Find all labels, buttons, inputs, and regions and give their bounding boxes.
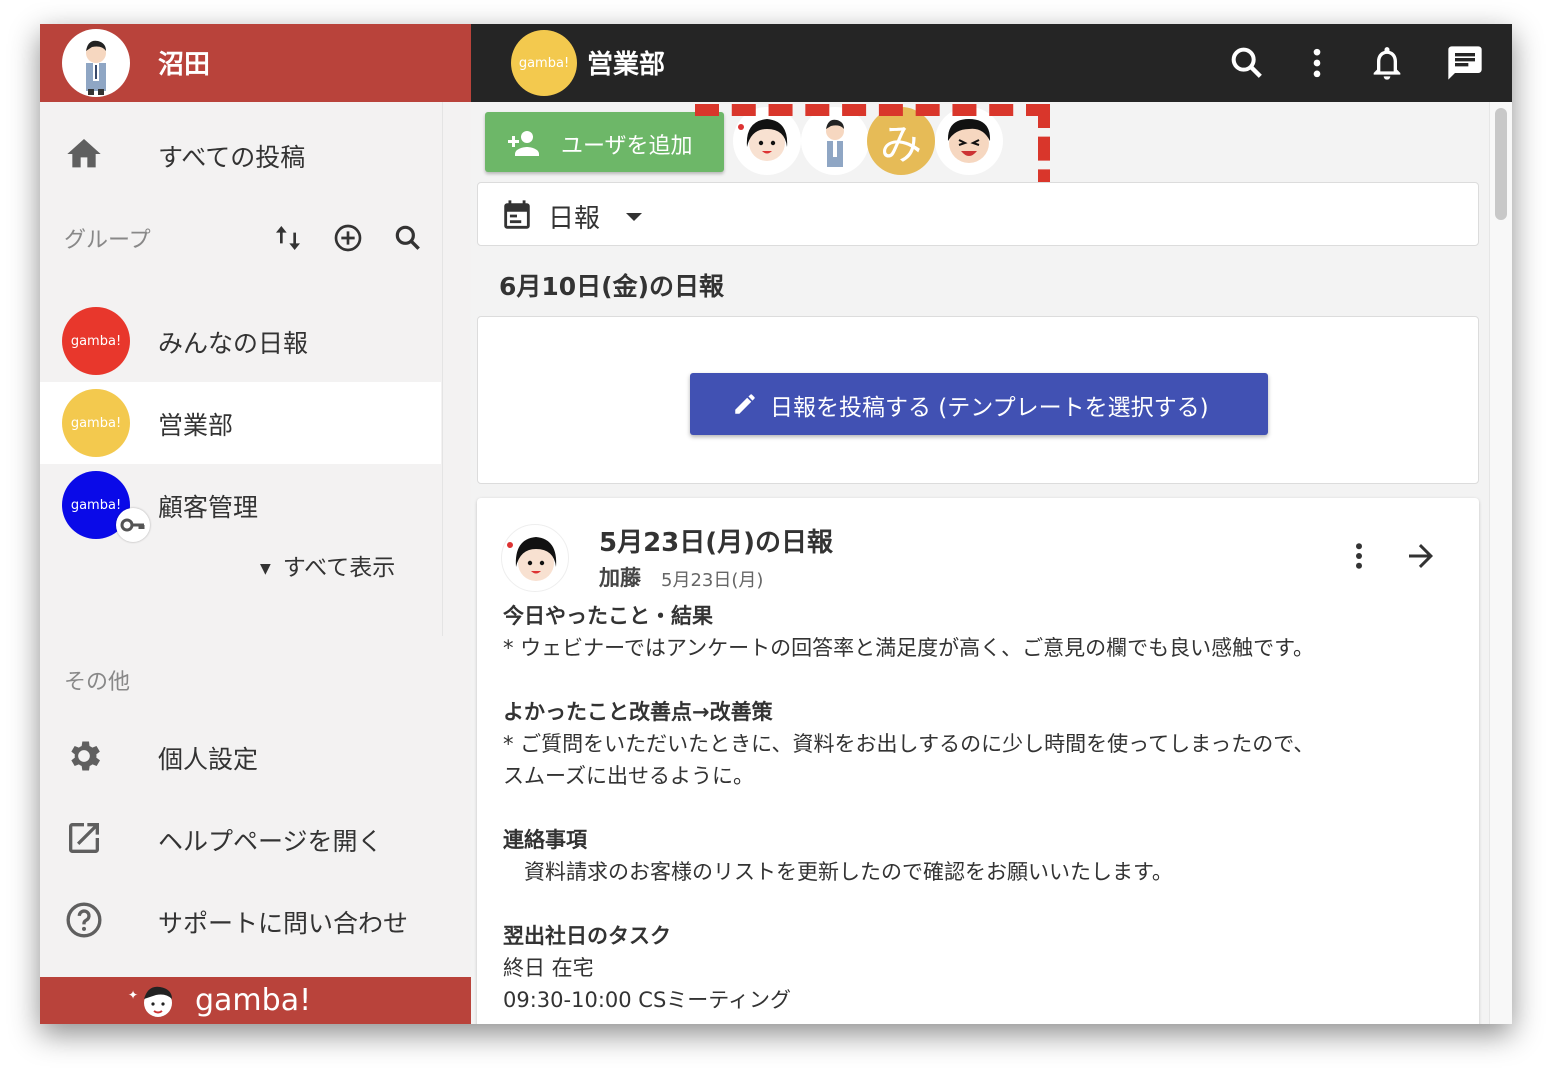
dropdown-arrow-icon xyxy=(624,209,644,228)
user-avatar[interactable] xyxy=(62,29,130,97)
other-section-title: その他 xyxy=(64,670,131,695)
sort-icon[interactable] xyxy=(272,222,304,258)
mascot-icon: ✦ xyxy=(128,981,182,1024)
main-content: ユーザを追加 み 日報 6月10日(金)の日報 日報を投稿する (テンプレートを… xyxy=(471,102,1512,1024)
post-report-label: 日報を投稿する (テンプレートを選択する) xyxy=(770,395,1209,421)
section-line: 終日 在宅 xyxy=(503,956,594,980)
report-author: 加藤 xyxy=(599,566,641,590)
group-item-label: 顧客管理 xyxy=(158,493,259,522)
section-line: * ご質問をいただいたときに、資料をお出しするのに少し時間を使ってしまったので、 xyxy=(503,732,1315,756)
report-body: 今日やったこと・結果 * ウェビナーではアンケートの回答率と満足度が高く、ご意見… xyxy=(503,600,1463,1016)
caret-down-icon: ▼ xyxy=(260,560,271,577)
open-external-icon xyxy=(64,818,104,858)
section-line: * ウェビナーではアンケートの回答率と満足度が高く、ご意見の欄でも良い感触です。 xyxy=(503,636,1314,660)
add-user-button[interactable]: ユーザを追加 xyxy=(485,112,724,172)
home-icon xyxy=(64,134,104,174)
more-vert-icon[interactable] xyxy=(1341,538,1377,574)
svg-text:✦: ✦ xyxy=(128,988,138,1002)
section-line: 09:30-10:00 CSミーティング xyxy=(503,988,792,1012)
nav-help-page-label: ヘルプページを開く xyxy=(158,827,383,856)
group-logo: gamba! xyxy=(62,307,130,375)
app-window: 沼田 すべての投稿 グループ gamba! みんなの日報 gamba! 営業部 … xyxy=(40,24,1512,1024)
section-line: スムーズに出せるように。 xyxy=(503,764,754,788)
show-all-label: すべて表示 xyxy=(282,555,396,581)
group-item-label: 営業部 xyxy=(158,411,234,440)
bell-icon[interactable] xyxy=(1367,43,1407,83)
report-title[interactable]: 5月23日(月)の日報 xyxy=(599,522,833,559)
user-name: 沼田 xyxy=(158,50,211,80)
group-logo: gamba! xyxy=(511,30,577,96)
pencil-icon xyxy=(732,391,758,423)
report-type-select[interactable]: 日報 xyxy=(477,182,1479,246)
sidebar-header: 沼田 xyxy=(40,24,471,102)
nav-all-posts[interactable]: すべての投稿 xyxy=(40,114,441,196)
section-heading: 今日やったこと・結果 xyxy=(503,604,713,628)
group-title: 営業部 xyxy=(587,50,666,80)
groups-section-title: グループ xyxy=(64,228,151,253)
nav-all-posts-label: すべての投稿 xyxy=(158,143,306,172)
footer-brand: gamba! xyxy=(195,983,312,1018)
scrollbar[interactable] xyxy=(1489,102,1512,1024)
sidebar-nav: すべての投稿 グループ gamba! みんなの日報 gamba! 営業部 gam… xyxy=(40,102,443,636)
nav-personal-settings-label: 個人設定 xyxy=(158,745,259,774)
author-avatar[interactable] xyxy=(501,524,569,592)
report-date: 5月23日(月) xyxy=(661,570,764,591)
help-circle-icon xyxy=(64,900,104,940)
add-group-icon[interactable] xyxy=(332,222,364,258)
section-line: 資料請求のお客様のリストを更新したので確認をお願いいたします。 xyxy=(503,860,1173,884)
more-vert-icon[interactable] xyxy=(1297,43,1337,83)
section-heading: 翌出社日のタスク xyxy=(503,924,671,948)
nav-help-page[interactable]: ヘルプページを開く xyxy=(40,798,441,880)
section-heading: よかったこと改善点→改善策 xyxy=(503,700,773,724)
sidebar-footer: ✦ gamba! xyxy=(40,977,471,1024)
topbar: gamba! 営業部 xyxy=(471,24,1512,102)
group-logo: gamba! xyxy=(62,389,130,457)
nav-support[interactable]: サポートに問い合わせ xyxy=(40,880,441,962)
arrow-forward-icon[interactable] xyxy=(1403,538,1439,574)
post-card: 日報を投稿する (テンプレートを選択する) xyxy=(477,316,1479,484)
message-icon[interactable] xyxy=(1445,43,1485,83)
report-type-label: 日報 xyxy=(548,204,601,234)
show-all-button[interactable]: ▼ すべて表示 xyxy=(260,548,395,582)
group-item-label: みんなの日報 xyxy=(158,329,309,358)
nav-personal-settings[interactable]: 個人設定 xyxy=(40,716,441,798)
scrollbar-thumb[interactable] xyxy=(1495,108,1507,220)
calendar-icon xyxy=(500,199,534,237)
report-card[interactable]: 5月23日(月)の日報 加藤 5月23日(月) 今日やったこと・結果 * ウェビ… xyxy=(477,498,1479,1024)
section-heading: 連絡事項 xyxy=(503,828,587,852)
gear-icon xyxy=(64,736,104,776)
add-user-label: ユーザを追加 xyxy=(561,134,693,159)
group-item-sales[interactable]: gamba! 営業部 xyxy=(40,382,441,464)
nav-support-label: サポートに問い合わせ xyxy=(158,909,409,938)
sidebar: 沼田 すべての投稿 グループ gamba! みんなの日報 gamba! 営業部 … xyxy=(40,24,471,1024)
person-add-icon xyxy=(505,126,541,164)
search-group-icon[interactable] xyxy=(392,222,424,258)
search-icon[interactable] xyxy=(1227,43,1267,83)
group-item-customer[interactable]: gamba! 顧客管理 xyxy=(40,464,441,546)
group-item-minna[interactable]: gamba! みんなの日報 xyxy=(40,300,441,382)
key-icon xyxy=(116,508,150,542)
post-report-button[interactable]: 日報を投稿する (テンプレートを選択する) xyxy=(690,373,1268,435)
date-heading: 6月10日(金)の日報 xyxy=(499,272,725,301)
